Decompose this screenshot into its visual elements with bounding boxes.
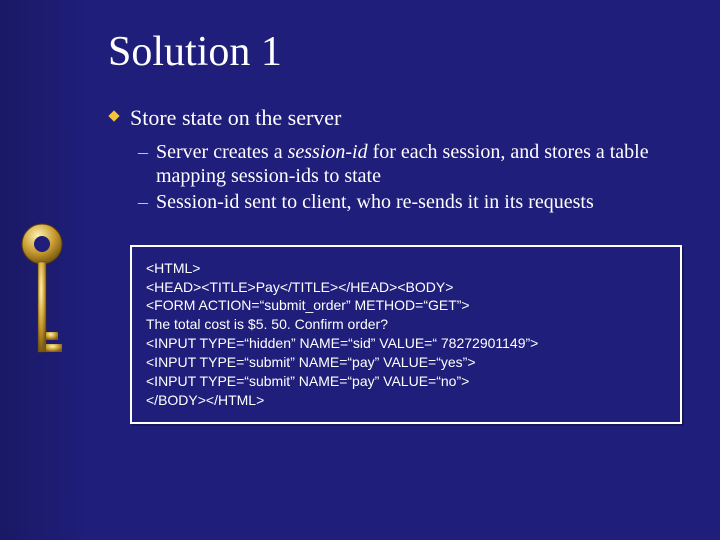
bullet-text-part: Server creates a [156,141,288,163]
slide-content: Solution 1 Store state on the server – S… [108,0,696,540]
bullet-level1: Store state on the server [108,104,696,132]
bullet-level1-text: Store state on the server [130,105,341,130]
bullet-text-emph: session-id [288,141,368,163]
dash-bullet-icon: – [138,190,148,214]
slide-sidebar [0,0,90,540]
code-line: <FORM ACTION=“submit_order” METHOD=“GET”… [146,296,666,315]
code-line: <HTML> [146,259,666,278]
code-line: <HEAD><TITLE>Pay</TITLE></HEAD><BODY> [146,278,666,297]
code-line: The total cost is $5. 50. Confirm order? [146,315,666,334]
key-icon [18,220,66,380]
code-line: </BODY></HTML> [146,391,666,410]
dash-bullet-icon: – [138,140,148,164]
bullet-text: Session-id sent to client, who re-sends … [156,191,594,213]
code-line: <INPUT TYPE=“submit” NAME=“pay” VALUE=“n… [146,372,666,391]
bullet-level2: – Server creates a session-id for each s… [108,140,696,189]
bullet-level2: – Session-id sent to client, who re-send… [108,190,696,214]
slide-title: Solution 1 [108,28,696,76]
code-line: <INPUT TYPE=“submit” NAME=“pay” VALUE=“y… [146,353,666,372]
code-line: <INPUT TYPE=“hidden” NAME=“sid” VALUE=“ … [146,334,666,353]
diamond-bullet-icon [108,110,120,122]
code-box: <HTML> <HEAD><TITLE>Pay</TITLE></HEAD><B… [130,245,682,424]
